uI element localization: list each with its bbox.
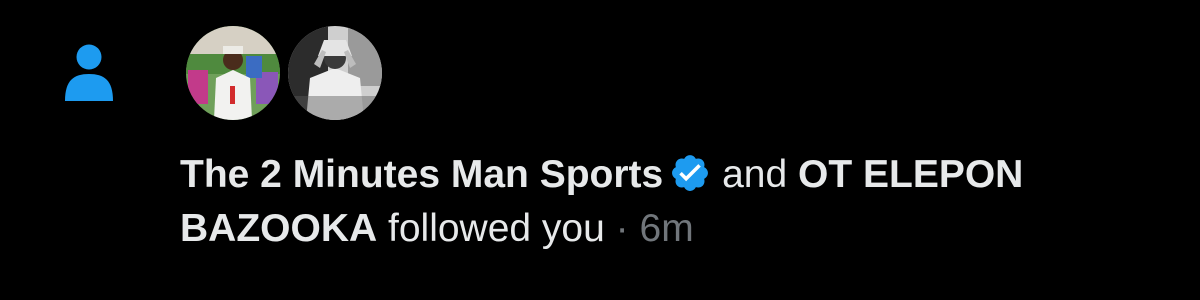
conjunction-text: and: [722, 153, 788, 196]
verified-badge-icon: [669, 152, 711, 194]
actor-name-1[interactable]: The 2 Minutes Man Sports: [180, 153, 663, 196]
follow-notification[interactable]: The 2 Minutes Man Sports and OT ELEPON B…: [0, 0, 1200, 300]
follower-avatars: [186, 26, 382, 122]
action-text: followed you: [388, 207, 605, 250]
timestamp: 6m: [639, 207, 694, 250]
avatar-2-minutes-man-sports[interactable]: [186, 26, 280, 120]
notification-text: The 2 Minutes Man Sports and OT ELEPON B…: [180, 148, 1170, 256]
separator-dot: ·: [615, 207, 629, 250]
person-icon: [64, 44, 114, 102]
avatar-ot-elepon-bazooka[interactable]: [288, 26, 382, 120]
